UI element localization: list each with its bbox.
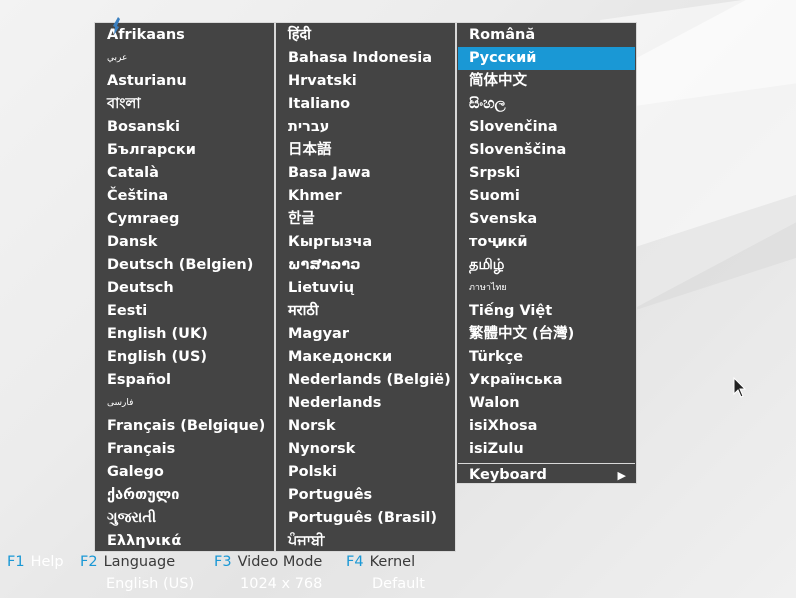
language-item[interactable]: Română	[458, 24, 635, 47]
language-item[interactable]: Español	[96, 369, 273, 392]
language-item[interactable]: Nederlands (België)	[277, 369, 454, 392]
language-item[interactable]: Кыргызча	[277, 231, 454, 254]
language-item[interactable]: தமிழ்	[458, 254, 635, 277]
language-item[interactable]: Tiếng Việt	[458, 300, 635, 323]
language-item[interactable]: Khmer	[277, 185, 454, 208]
f4-label: Kernel	[369, 554, 416, 570]
f1-label: Help	[30, 554, 64, 570]
language-item[interactable]: Suomi	[458, 185, 635, 208]
f2-value: English (US)	[106, 576, 195, 592]
language-item[interactable]: English (UK)	[96, 323, 273, 346]
mouse-pointer-icon	[733, 377, 747, 398]
language-item[interactable]: Ελληνικά	[96, 530, 273, 553]
language-item[interactable]: বাংলা	[96, 93, 273, 116]
language-item[interactable]: Hrvatski	[277, 70, 454, 93]
language-item[interactable]: Nederlands	[277, 392, 454, 415]
language-item[interactable]: मराठी	[277, 300, 454, 323]
language-item[interactable]: Dansk	[96, 231, 273, 254]
language-item[interactable]: हिंदी	[277, 24, 454, 47]
f3-key: F3	[214, 554, 232, 570]
language-item[interactable]: Українська	[458, 369, 635, 392]
language-item[interactable]: ภาษาไทย	[458, 277, 635, 300]
language-item[interactable]: Русский	[458, 47, 635, 70]
language-column-2: हिंदी Bahasa Indonesia Hrvatski Italiano עבר…	[275, 22, 456, 552]
f4-kernel[interactable]: F4 Kernel	[346, 554, 415, 570]
language-item[interactable]: ქართული	[96, 484, 273, 507]
f1-key: F1	[7, 554, 25, 570]
language-item[interactable]: Walon	[458, 392, 635, 415]
language-item[interactable]: Afrikaans	[96, 24, 273, 47]
language-item[interactable]: тоҷикӣ	[458, 231, 635, 254]
language-item[interactable]: Svenska	[458, 208, 635, 231]
language-item[interactable]: Galego	[96, 461, 273, 484]
language-item[interactable]: ગુજરાતી	[96, 507, 273, 530]
language-item[interactable]: Türkçe	[458, 346, 635, 369]
language-column-3: Română Русский 简体中文 සිංහල Slovenčina Slovenšč…	[456, 22, 637, 484]
f3-video-mode[interactable]: F3 Video Mode	[214, 554, 322, 570]
language-item[interactable]: Srpski	[458, 162, 635, 185]
language-item[interactable]: عربي	[96, 47, 273, 70]
language-item[interactable]: 한글	[277, 208, 454, 231]
language-item[interactable]: Slovenčina	[458, 116, 635, 139]
language-item[interactable]: Български	[96, 139, 273, 162]
language-item[interactable]: ພາສາລາວ	[277, 254, 454, 277]
f4-value: Default	[372, 576, 425, 592]
distro-logo-icon	[113, 17, 120, 35]
language-item[interactable]: فارسی	[96, 392, 273, 415]
language-item[interactable]: Português	[277, 484, 454, 507]
f3-label: Video Mode	[237, 554, 323, 570]
language-item[interactable]: isiXhosa	[458, 415, 635, 438]
f3-value: 1024 x 768	[240, 576, 323, 592]
function-key-bar: F1 Help F2 Language English (US) F3 Video M…	[0, 553, 796, 598]
language-item[interactable]: Nynorsk	[277, 438, 454, 461]
f2-key: F2	[80, 554, 98, 570]
keyboard-menu-item[interactable]: Keyboard ▶	[458, 463, 635, 486]
language-item[interactable]: Čeština	[96, 185, 273, 208]
language-item[interactable]: 简体中文	[458, 70, 635, 93]
language-item[interactable]: Català	[96, 162, 273, 185]
language-item[interactable]: සිංහල	[458, 93, 635, 116]
f2-language[interactable]: F2 Language	[80, 554, 175, 570]
language-item[interactable]: Deutsch (Belgien)	[96, 254, 273, 277]
language-item[interactable]: Français (Belgique)	[96, 415, 273, 438]
language-item[interactable]: isiZulu	[458, 438, 635, 461]
language-item[interactable]: Norsk	[277, 415, 454, 438]
language-item[interactable]: Bahasa Indonesia	[277, 47, 454, 70]
keyboard-label: Keyboard	[469, 467, 547, 483]
language-item[interactable]: Deutsch	[96, 277, 273, 300]
language-item[interactable]: Basa Jawa	[277, 162, 454, 185]
language-item[interactable]: 繁體中文 (台灣)	[458, 323, 635, 346]
f1-help[interactable]: F1 Help	[7, 554, 64, 570]
language-item[interactable]: Cymraeg	[96, 208, 273, 231]
language-item[interactable]: Português (Brasil)	[277, 507, 454, 530]
f4-key: F4	[346, 554, 364, 570]
language-menu: Afrikaans عربي Asturianu বাংলা Bosanski Бълга…	[94, 22, 637, 552]
language-item[interactable]: Magyar	[277, 323, 454, 346]
language-column-1: Afrikaans عربي Asturianu বাংলা Bosanski Бълга…	[94, 22, 275, 552]
language-item[interactable]: Français	[96, 438, 273, 461]
language-item[interactable]: English (US)	[96, 346, 273, 369]
language-item[interactable]: Polski	[277, 461, 454, 484]
language-item[interactable]: 日本語	[277, 139, 454, 162]
language-item[interactable]: Македонски	[277, 346, 454, 369]
language-item[interactable]: Eesti	[96, 300, 273, 323]
language-item[interactable]: Slovenščina	[458, 139, 635, 162]
submenu-arrow-icon: ▶	[617, 469, 626, 482]
language-item[interactable]: Lietuvių	[277, 277, 454, 300]
language-item[interactable]: ਪੰਜਾਬੀ	[277, 530, 454, 553]
language-item[interactable]: Asturianu	[96, 70, 273, 93]
language-item[interactable]: עברית	[277, 116, 454, 139]
language-item[interactable]: Bosanski	[96, 116, 273, 139]
language-item[interactable]: Italiano	[277, 93, 454, 116]
f2-label: Language	[103, 554, 176, 570]
